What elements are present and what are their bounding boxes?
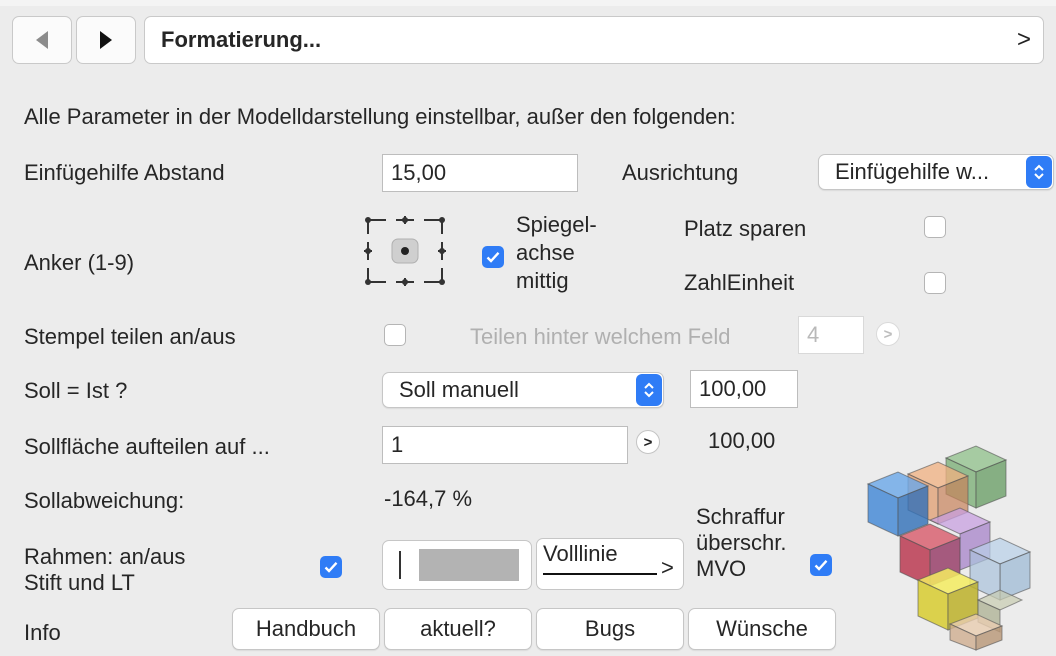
hatch-label-3: MVO [696,556,747,581]
wishes-button[interactable]: Wünsche [688,608,836,650]
insertion-aid-label: Einfügehilfe Abstand [24,160,225,185]
section-selector[interactable]: Formatierung... > [144,16,1044,64]
hatch-label-1: Schraffur [696,504,785,529]
split-after-field-input[interactable]: 4 [798,316,864,354]
back-button[interactable] [12,16,72,64]
save-space-label: Platz sparen [684,216,807,241]
pen-color-button[interactable] [382,540,532,590]
info-label: Info [24,620,61,645]
mirror-axis-checkbox[interactable] [482,246,504,268]
anchor-label: Anker (1-9) [24,250,135,275]
deviation-value: -164,7 % [384,486,473,511]
deviation-label: Sollabweichung: [24,488,185,513]
mirror-axis-label-1: Spiegel- [516,212,597,237]
frame-checkbox[interactable] [320,556,342,578]
target-area-label: Sollfläche aufteilen auf ... [24,434,270,459]
anchor-grid[interactable] [362,212,448,295]
hatch-label-2: überschr. [696,530,787,555]
section-title: Formatierung... [161,27,322,52]
intro-text: Alle Parameter in der Modelldarstellung … [24,104,736,129]
frame-label-2: Stift und LT [24,570,135,595]
forward-button[interactable] [76,16,136,64]
checkmark-icon [486,251,500,263]
top-strip [0,0,1056,6]
pen-thickness-line [399,551,401,579]
target-area-field[interactable]: 1 [382,426,628,464]
alignment-label: Ausrichtung [622,160,739,185]
manual-button[interactable]: Handbuch [232,608,380,650]
chevron-right-icon: > [643,433,653,451]
number-unit-checkbox[interactable] [924,272,946,294]
alignment-value: Einfügehilfe w... [835,159,990,184]
target-area-step-button[interactable]: > [636,430,660,454]
frame-label-1: Rahmen: an/aus [24,544,186,569]
stamp-split-checkbox[interactable] [384,324,406,346]
target-mode-popup[interactable]: Soll manuell [382,372,664,408]
checkmark-icon [324,561,338,573]
target-value-field[interactable]: 100,00 [690,370,798,408]
target-area-result: 100,00 [708,428,776,453]
chevron-right-icon: > [883,325,893,343]
line-type-label: Volllinie [543,541,618,566]
line-type-button[interactable]: Volllinie > [536,538,684,590]
number-unit-label: ZahlEinheit [684,270,795,295]
split-step-button[interactable]: > [876,322,900,346]
mirror-axis-label-3: mittig [516,268,569,293]
triangle-left-icon [36,31,48,49]
bugs-button[interactable]: Bugs [536,608,684,650]
solid-line-preview [543,573,657,575]
target-label: Soll = Ist ? [24,378,128,403]
popup-stepper-icon [1026,156,1052,188]
triangle-right-icon [100,31,112,49]
cubes-logo-icon [850,440,1050,656]
split-after-field-label: Teilen hinter welchem Feld [470,324,731,349]
update-check-button[interactable]: aktuell? [384,608,532,650]
pen-color-swatch [419,549,519,581]
alignment-popup[interactable]: Einfügehilfe w... [818,154,1054,190]
save-space-checkbox[interactable] [924,216,946,238]
popup-stepper-icon [636,374,662,406]
checkmark-icon [814,559,828,571]
mirror-axis-label-2: achse [516,240,575,265]
stamp-split-label: Stempel teilen an/aus [24,324,236,349]
insertion-aid-field[interactable]: 15,00 [382,154,578,192]
chevron-right-icon: > [1016,26,1031,53]
target-mode-value: Soll manuell [399,377,519,402]
hatch-checkbox[interactable] [810,554,832,576]
chevron-right-icon: > [661,555,674,580]
